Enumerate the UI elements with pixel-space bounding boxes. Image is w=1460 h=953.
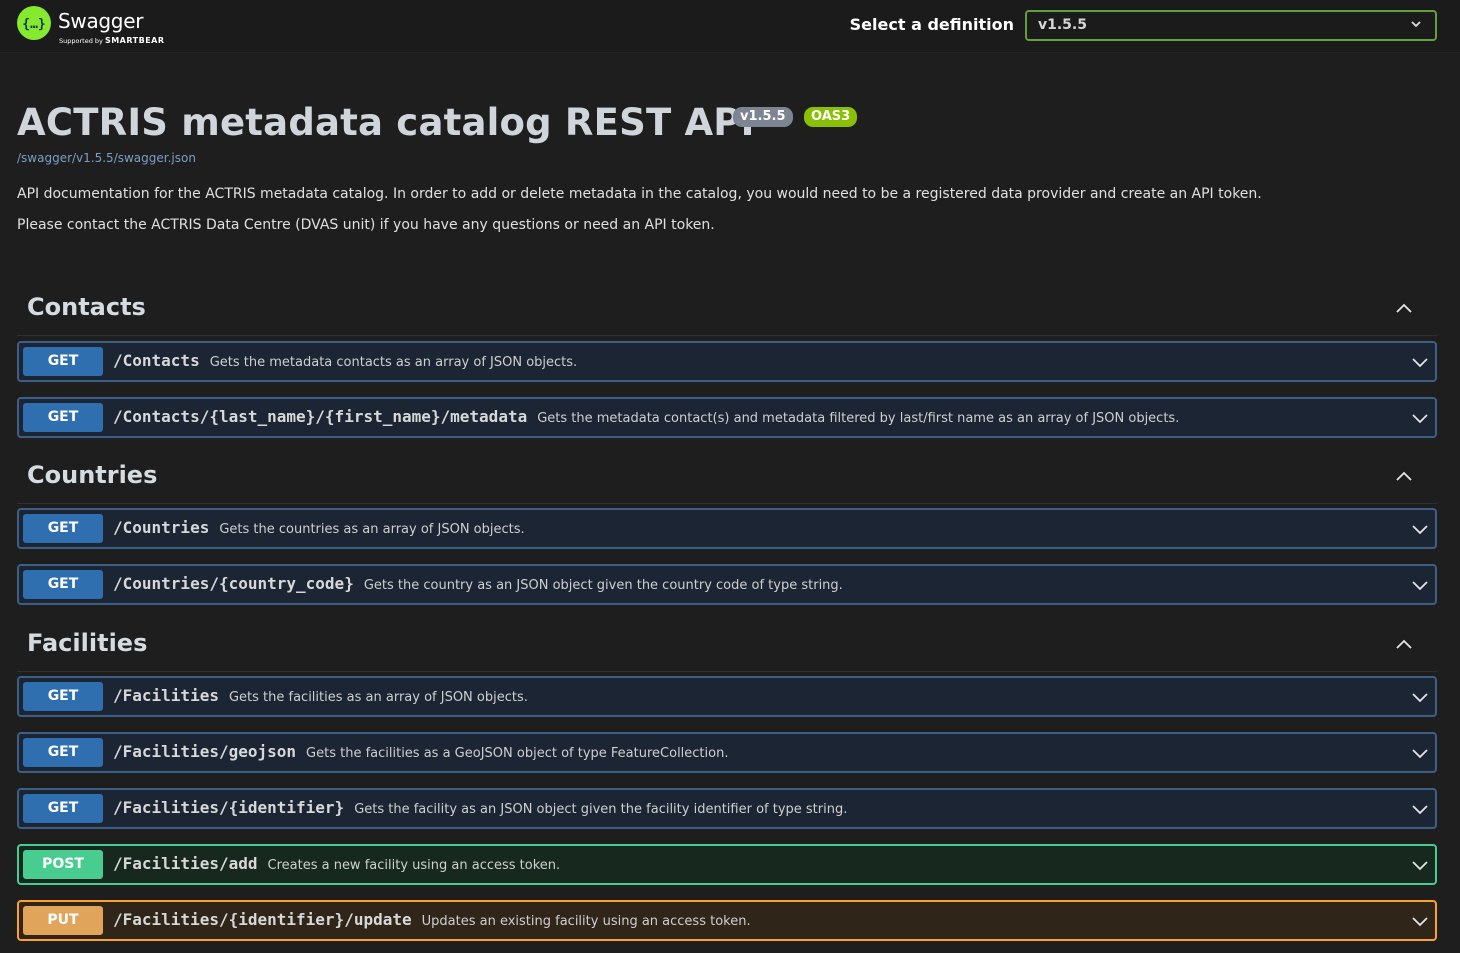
- method-badge: GET: [23, 403, 103, 432]
- chevron-down-icon[interactable]: [1411, 520, 1429, 538]
- path-text: /Countries/{country_code}: [113, 574, 354, 593]
- logo-subtitle: Supported by SMARTBEAR: [59, 36, 165, 45]
- chevron-down-icon[interactable]: [1411, 912, 1429, 930]
- chevron-down-icon[interactable]: [1411, 576, 1429, 594]
- operation-get-contact-metadata[interactable]: GET /Contacts/{last_name}/{first_name}/m…: [17, 397, 1437, 438]
- version-badge: v1.5.5: [733, 107, 793, 127]
- operation-path: /Facilities/{identifier} Gets the facilit…: [113, 798, 847, 817]
- method-badge: GET: [23, 682, 103, 711]
- api-contact-note: Please contact the ACTRIS Data Centre (D…: [17, 217, 715, 233]
- path-text: /Facilities/{identifier}: [113, 798, 345, 817]
- operation-summary: Gets the metadata contact(s) and metadat…: [537, 411, 1180, 426]
- operation-path: /Contacts Gets the metadata contacts as a…: [113, 351, 577, 370]
- chevron-down-icon[interactable]: [1411, 856, 1429, 874]
- swagger-logo[interactable]: {…} Swagger Supported by SMARTBEAR: [17, 6, 167, 46]
- operation-summary: Updates an existing facility using an ac…: [421, 914, 751, 929]
- chevron-down-icon[interactable]: [1411, 353, 1429, 371]
- path-text: /Countries: [113, 518, 210, 537]
- method-badge: GET: [23, 794, 103, 823]
- operation-path: /Countries/{country_code} Gets the countr…: [113, 574, 843, 593]
- api-description: API documentation for the ACTRIS metadat…: [17, 186, 1262, 202]
- method-badge: GET: [23, 738, 103, 767]
- method-badge: POST: [23, 850, 103, 879]
- operation-summary: Gets the facility as an JSON object give…: [354, 802, 848, 817]
- section-title: Contacts: [27, 293, 146, 321]
- operation-path: /Facilities/add Creates a new facility us…: [113, 854, 560, 873]
- logo-name: Swagger: [58, 9, 144, 33]
- chevron-down-icon[interactable]: [1411, 688, 1429, 706]
- section-facilities[interactable]: Facilities: [17, 627, 1437, 672]
- path-text: /Facilities/{identifier}/update: [113, 910, 412, 929]
- method-badge: PUT: [23, 906, 103, 935]
- path-text: /Facilities: [113, 686, 219, 705]
- logo-sub-prefix: Supported by: [59, 37, 103, 45]
- operation-path: /Facilities/geojson Gets the facilities a…: [113, 742, 728, 761]
- operation-summary: Gets the countries as an array of JSON o…: [219, 522, 525, 537]
- section-title: Facilities: [27, 629, 148, 657]
- definition-select-value: v1.5.5: [1038, 17, 1087, 33]
- chevron-up-icon[interactable]: [1395, 636, 1413, 654]
- operation-put-facility-update[interactable]: PUT /Facilities/{identifier}/update Updat…: [17, 900, 1437, 941]
- chevron-down-icon: [1411, 21, 1421, 28]
- definition-label: Select a definition: [849, 15, 1014, 34]
- path-text: /Facilities/add: [113, 854, 258, 873]
- operation-get-contacts[interactable]: GET /Contacts Gets the metadata contacts …: [17, 341, 1437, 382]
- operation-get-countries[interactable]: GET /Countries Gets the countries as an a…: [17, 508, 1437, 549]
- section-countries[interactable]: Countries: [17, 459, 1437, 504]
- api-title: ACTRIS metadata catalog REST API: [17, 101, 755, 144]
- operation-summary: Gets the facilities as an array of JSON …: [228, 690, 528, 705]
- operation-path: /Facilities Gets the facilities as an arr…: [113, 686, 528, 705]
- api-title-block: ACTRIS metadata catalog REST API v1.5.5 …: [17, 101, 858, 144]
- path-text: /Facilities/geojson: [113, 742, 297, 761]
- section-title: Countries: [27, 461, 158, 489]
- operation-summary: Gets the metadata contacts as an array o…: [209, 355, 578, 370]
- definition-select[interactable]: v1.5.5: [1025, 10, 1437, 41]
- swagger-logo-icon: {…}: [17, 6, 51, 40]
- operation-path: /Facilities/{identifier}/update Updates a…: [113, 910, 751, 929]
- operation-post-facility-add[interactable]: POST /Facilities/add Creates a new facili…: [17, 844, 1437, 885]
- operation-get-facility-by-identifier[interactable]: GET /Facilities/{identifier} Gets the fac…: [17, 788, 1437, 829]
- method-badge: GET: [23, 514, 103, 543]
- operation-get-facilities-geojson[interactable]: GET /Facilities/geojson Gets the faciliti…: [17, 732, 1437, 773]
- oas-badge: OAS3: [804, 107, 858, 127]
- operation-path: /Countries Gets the countries as an array…: [113, 518, 525, 537]
- operation-get-facilities[interactable]: GET /Facilities Gets the facilities as an…: [17, 676, 1437, 717]
- path-text: /Contacts/{last_name}/{first_name}/metad…: [113, 407, 528, 426]
- svg-text:{…}: {…}: [22, 17, 45, 32]
- method-badge: GET: [23, 570, 103, 599]
- operation-summary: Gets the country as an JSON object given…: [363, 578, 843, 593]
- operation-path: /Contacts/{last_name}/{first_name}/metad…: [113, 407, 1179, 426]
- spec-link[interactable]: /swagger/v1.5.5/swagger.json: [17, 151, 196, 165]
- chevron-up-icon[interactable]: [1395, 468, 1413, 486]
- logo-sub-brand: SMARTBEAR: [104, 36, 165, 45]
- operation-get-country-by-code[interactable]: GET /Countries/{country_code} Gets the co…: [17, 564, 1437, 605]
- path-text: /Contacts: [113, 351, 200, 370]
- operation-summary: Gets the facilities as a GeoJSON object …: [306, 746, 729, 761]
- section-contacts[interactable]: Contacts: [17, 291, 1437, 336]
- chevron-up-icon[interactable]: [1395, 300, 1413, 318]
- operation-summary: Creates a new facility using an access t…: [267, 858, 561, 873]
- chevron-down-icon[interactable]: [1411, 409, 1429, 427]
- topbar: {…} Swagger Supported by SMARTBEAR Selec…: [0, 0, 1460, 53]
- method-badge: GET: [23, 347, 103, 376]
- chevron-down-icon[interactable]: [1411, 744, 1429, 762]
- chevron-down-icon[interactable]: [1411, 800, 1429, 818]
